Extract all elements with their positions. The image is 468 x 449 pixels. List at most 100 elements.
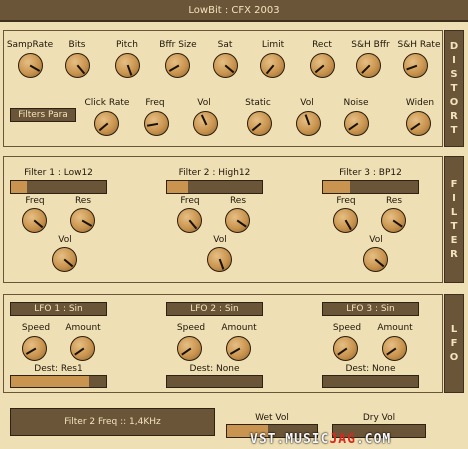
filter2-title: Filter 2 : High12	[178, 168, 251, 178]
lfo2-wave-button[interactable]: LFO 2 : Sin	[166, 302, 263, 316]
filter1-res-label: Res	[74, 196, 92, 206]
filter2-freq-label: Freq	[180, 196, 200, 206]
static-vol-knob[interactable]	[296, 111, 321, 136]
widen-knob[interactable]	[406, 111, 431, 136]
sh-bffr-knob[interactable]	[356, 53, 381, 78]
lfo2-amount-knob[interactable]	[226, 336, 251, 361]
lfo-tab-letter-2: O	[449, 351, 459, 363]
filter2-res-label: Res	[229, 196, 247, 206]
watermark-part1: VST.MUSIC	[250, 432, 330, 447]
filter-tab-letter-3: T	[450, 220, 458, 232]
filter3-vol-knob[interactable]	[363, 247, 388, 272]
filter2-cutoff-bar[interactable]	[166, 180, 263, 194]
lfo1-speed-knob[interactable]	[22, 336, 47, 361]
wet-vol-label: Wet Vol	[255, 413, 289, 423]
filters-mode-button[interactable]: Filters Para	[10, 108, 76, 122]
lfo2-dest-bar[interactable]	[166, 375, 263, 388]
filter3-title: Filter 3 : BP12	[339, 168, 402, 178]
filter3-freq-label: Freq	[336, 196, 356, 206]
sat-knob[interactable]	[213, 53, 238, 78]
filter1-freq-knob[interactable]	[22, 208, 47, 233]
click-vol-label: Vol	[197, 98, 211, 108]
rect-label: Rect	[312, 40, 332, 50]
static-knob[interactable]	[247, 111, 272, 136]
status-display: Filter 2 Freq :: 1,4KHz	[10, 408, 215, 436]
static-vol-label: Vol	[300, 98, 314, 108]
click-freq-label: Freq	[145, 98, 165, 108]
samprate-knob[interactable]	[18, 53, 43, 78]
pitch-label: Pitch	[116, 40, 138, 50]
lfo1-dest-bar[interactable]	[10, 375, 107, 388]
limit-label: Limit	[261, 40, 285, 50]
filter1-cutoff-bar[interactable]	[10, 180, 107, 194]
lfo3-dest-label: Dest: None	[345, 364, 396, 374]
lfo1-dest-label: Dest: Res1	[34, 364, 83, 374]
filter1-title: Filter 1 : Low12	[24, 168, 93, 178]
lfo-tab-letter-0: L	[450, 323, 458, 335]
filter-tab-letter-4: E	[450, 234, 458, 246]
pitch-knob[interactable]	[115, 53, 140, 78]
distort-tab-letter-5: R	[450, 110, 458, 122]
filter3-freq-knob[interactable]	[333, 208, 358, 233]
lfo1-amount-label: Amount	[65, 323, 101, 333]
sat-label: Sat	[217, 40, 233, 50]
filter2-freq-knob[interactable]	[177, 208, 202, 233]
click-vol-knob[interactable]	[193, 111, 218, 136]
filter-tab-letter-2: L	[450, 206, 458, 218]
samprate-label: SampRate	[6, 40, 54, 50]
lfo3-amount-label: Amount	[377, 323, 413, 333]
bits-knob[interactable]	[65, 53, 90, 78]
filter1-res-knob[interactable]	[70, 208, 95, 233]
distort-tab-letter-6: T	[450, 124, 458, 136]
distort-tab-letter-0: D	[449, 40, 459, 52]
lfo3-speed-knob[interactable]	[333, 336, 358, 361]
distort-tab[interactable]: DISTORT	[444, 30, 464, 147]
distort-tab-letter-4: O	[449, 96, 459, 108]
click-rate-knob[interactable]	[94, 111, 119, 136]
lfo1-speed-label: Speed	[21, 323, 51, 333]
lfo3-speed-label: Speed	[332, 323, 362, 333]
filter-tab-letter-1: I	[452, 192, 456, 204]
distort-tab-letter-1: I	[452, 54, 456, 66]
watermark-part3: .COM	[355, 432, 392, 447]
lfo2-speed-label: Speed	[176, 323, 206, 333]
watermark-logo: VST.MUSICJAG.COM	[250, 430, 391, 449]
widen-label: Widen	[405, 98, 435, 108]
filter3-res-label: Res	[385, 196, 403, 206]
filter3-cutoff-bar[interactable]	[322, 180, 419, 194]
lfo2-dest-label: Dest: None	[189, 364, 240, 374]
lfo3-wave-button[interactable]: LFO 3 : Sin	[322, 302, 419, 316]
filter3-res-knob[interactable]	[381, 208, 406, 233]
lfo3-amount-knob[interactable]	[382, 336, 407, 361]
filter2-vol-label: Vol	[213, 235, 227, 245]
sh-bffr-label: S&H Bffr	[351, 40, 390, 50]
limit-knob[interactable]	[260, 53, 285, 78]
window-title: LowBit : CFX 2003	[0, 0, 468, 22]
sh-rate-label: S&H Rate	[397, 40, 441, 50]
filter2-vol-knob[interactable]	[207, 247, 232, 272]
filter2-res-knob[interactable]	[225, 208, 250, 233]
lfo-tab-letter-1: F	[450, 337, 458, 349]
lfo2-speed-knob[interactable]	[177, 336, 202, 361]
filter-tab-letter-5: R	[450, 248, 458, 260]
sh-rate-knob[interactable]	[403, 53, 428, 78]
lfo3-dest-bar[interactable]	[322, 375, 419, 388]
click-rate-label: Click Rate	[84, 98, 130, 108]
bffr-size-label: Bffr Size	[159, 40, 197, 50]
filter-tab-letter-0: F	[450, 178, 458, 190]
bffr-size-knob[interactable]	[165, 53, 190, 78]
filter3-vol-label: Vol	[369, 235, 383, 245]
lfo-tab[interactable]: LFO	[444, 294, 464, 393]
filter1-vol-knob[interactable]	[52, 247, 77, 272]
distort-tab-letter-3: T	[450, 82, 458, 94]
watermark-part2: JAG	[329, 432, 356, 447]
distort-tab-letter-2: S	[450, 68, 458, 80]
rect-knob[interactable]	[310, 53, 335, 78]
lfo2-amount-label: Amount	[221, 323, 257, 333]
bits-label: Bits	[68, 40, 86, 50]
lfo1-amount-knob[interactable]	[70, 336, 95, 361]
noise-knob[interactable]	[344, 111, 369, 136]
lfo1-wave-button[interactable]: LFO 1 : Sin	[10, 302, 107, 316]
click-freq-knob[interactable]	[144, 111, 169, 136]
filter-tab[interactable]: FILTER	[444, 156, 464, 283]
